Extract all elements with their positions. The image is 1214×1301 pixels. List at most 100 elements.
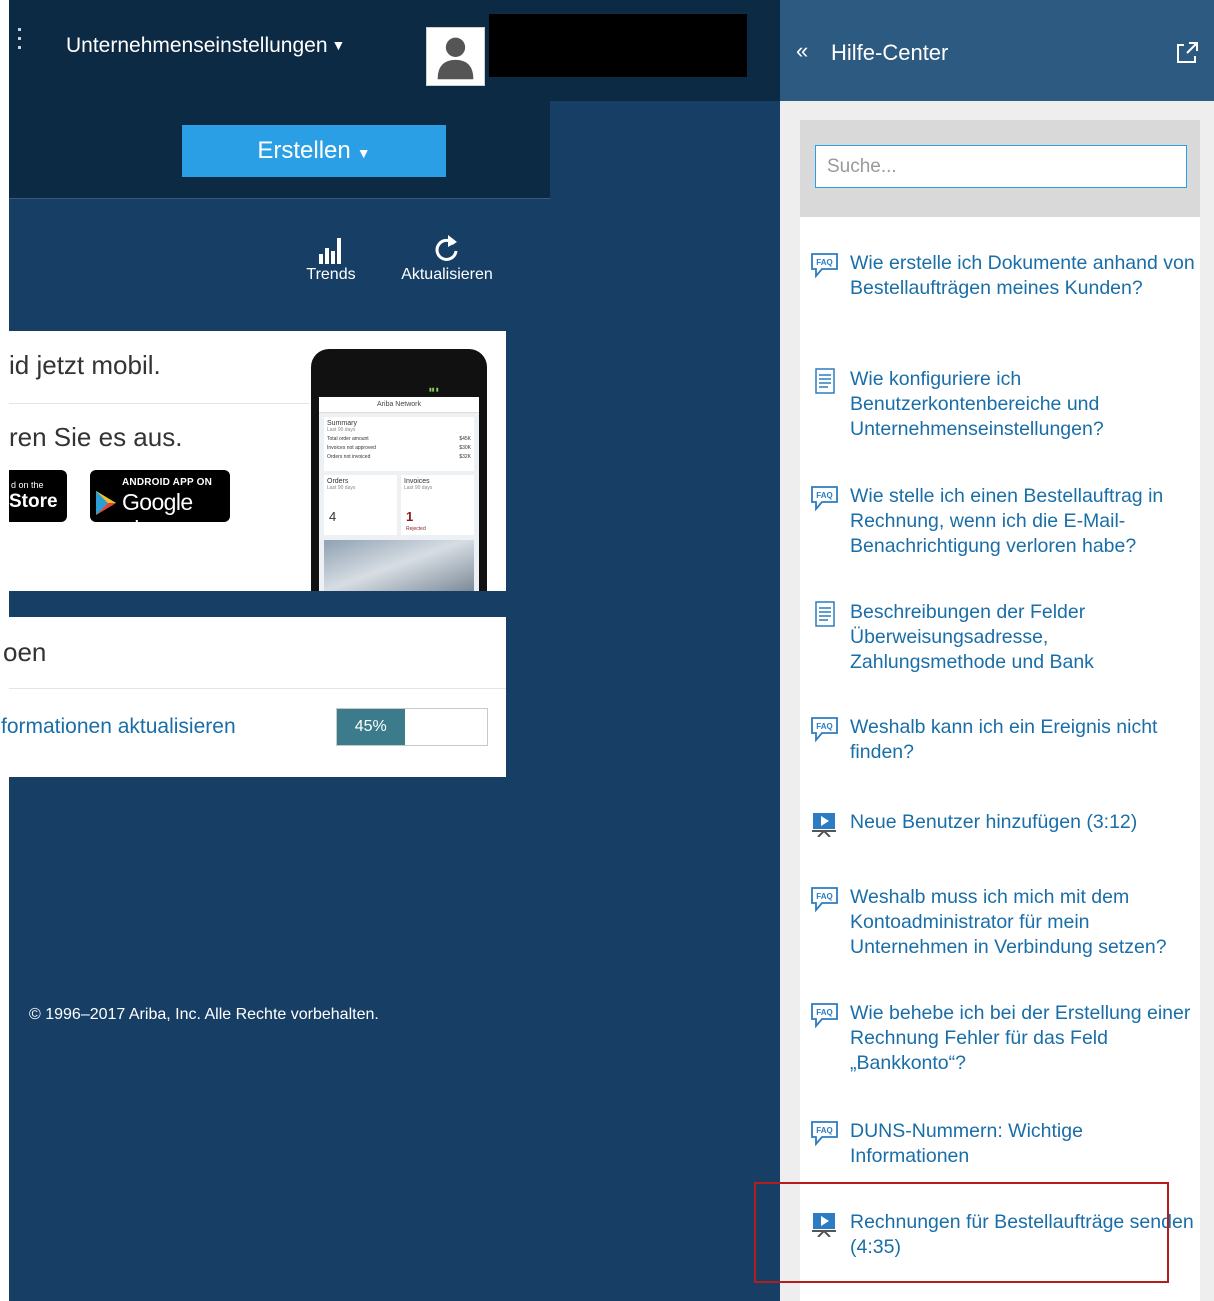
help-article-title: Wie stelle ich einen Bestellauftrag in R… [850, 485, 1164, 557]
svg-text:FAQ: FAQ [816, 892, 832, 901]
faq-icon: FAQ [811, 887, 838, 912]
divider [9, 403, 309, 404]
faq-icon: FAQ [811, 486, 838, 511]
faq-icon: FAQ [811, 253, 838, 278]
progress-fill: 45% [337, 709, 405, 745]
help-article-item[interactable]: FAQ Weshalb muss ich mich mit dem Kontoad… [810, 885, 1195, 960]
popout-icon[interactable] [1174, 40, 1200, 66]
help-article-title: Weshalb muss ich mich mit dem Kontoadmin… [850, 886, 1167, 958]
mobile-card-subtitle: ren Sie es aus. [9, 422, 183, 452]
google-play-badge-small: ANDROID APP ON [122, 477, 213, 488]
create-button-label: Erstellen [257, 137, 351, 164]
phone-mockup: ▮▮ ▮ Ariba Network Summary Last 90 days … [311, 349, 487, 591]
company-settings-menu[interactable]: Unternehmenseinstellungen ▼ [66, 34, 345, 58]
phone-summary-title: Summary [327, 420, 357, 427]
app-main-area: Unternehmenseinstellungen ▼ Erstellen ▼ Tr… [0, 0, 780, 1301]
play-triangle-icon [96, 491, 116, 515]
help-article-title: Wie behebe ich bei der Erstellung einer … [850, 1002, 1191, 1074]
phone-summary: Summary Last 90 days Total order amount $… [324, 417, 474, 471]
phone-orders-tile: Orders Last 90 days 4 [324, 475, 397, 535]
help-article-item[interactable]: Beschreibungen der Felder Überweisungsad… [810, 600, 1195, 675]
faq-icon: FAQ [811, 1003, 838, 1028]
phone-invoices-status: Rejected [406, 526, 426, 532]
google-play-badge-big: Google play [122, 489, 193, 542]
user-avatar-icon [427, 28, 484, 85]
document-icon [815, 601, 835, 627]
help-article-title: Wie konfiguriere ich Benutzerkontenberei… [850, 368, 1104, 440]
avatar[interactable] [426, 27, 485, 86]
document-icon [815, 368, 835, 394]
help-article-item[interactable]: FAQ Weshalb kann ich ein Ereignis nicht f… [810, 715, 1195, 765]
phone-photo [324, 540, 474, 591]
phone-orders-count: 4 [329, 509, 337, 524]
app-store-badge-big: Store [9, 491, 58, 512]
tasks-card-title: oen [3, 637, 47, 667]
help-article-item[interactable]: FAQ DUNS-Nummern: Wichtige Informationen [810, 1119, 1195, 1169]
phone-invoices-sub: Last 90 days [404, 485, 433, 491]
tasks-card: oen formationen aktualisieren 45% [1, 617, 506, 777]
google-play-badge[interactable]: ANDROID APP ON Google play [90, 470, 230, 542]
app-store-badge-small: d on the [11, 480, 44, 490]
phone-orders-title: Orders [327, 478, 349, 485]
help-article-title: Neue Benutzer hinzufügen (3:12) [850, 811, 1138, 833]
phone-orders-sub: Last 90 days [327, 485, 356, 491]
phone-summary-row: Total order amount $45K [327, 436, 471, 442]
help-search-input[interactable] [815, 145, 1187, 188]
help-center-panel: « Hilfe-Center FAQ Wie erstelle ich Dokum… [780, 0, 1214, 1301]
caret-down-icon: ▼ [331, 37, 346, 53]
update-profile-link[interactable]: formationen aktualisieren [1, 715, 236, 739]
phone-invoices-title: Invoices [404, 478, 430, 485]
bar-chart-icon [319, 238, 341, 264]
svg-text:FAQ: FAQ [816, 491, 832, 500]
mobile-app-card: id jetzt mobil. ren Sie es aus. d on the… [9, 331, 506, 591]
phone-status-bar: ▮▮ ▮ [429, 387, 439, 393]
phone-summary-sub: Last 90 days [327, 427, 356, 433]
phone-screen: Ariba Network Summary Last 90 days Total… [319, 397, 479, 591]
phone-summary-row: Invoices not approved $30K [327, 445, 471, 451]
svg-text:FAQ: FAQ [816, 1008, 832, 1017]
create-button[interactable]: Erstellen ▼ [182, 125, 446, 177]
help-article-list: FAQ Wie erstelle ich Dokumente anhand von… [800, 217, 1200, 1301]
profile-progress-bar: 45% [336, 708, 488, 746]
caret-down-icon: ▼ [356, 145, 371, 161]
help-article-item[interactable]: FAQ Wie erstelle ich Dokumente anhand von… [810, 251, 1195, 301]
collapse-chevron-icon[interactable]: « [796, 38, 808, 64]
company-settings-label: Unternehmenseinstellungen [66, 34, 328, 57]
help-title: Hilfe-Center [831, 40, 949, 65]
video-icon [812, 813, 836, 837]
help-article-item[interactable]: Rechnungen für Bestellaufträge senden (4… [810, 1210, 1195, 1260]
app-store-badge[interactable]: d on the Store [9, 470, 67, 522]
trends-label: Trends [306, 266, 356, 283]
svg-text:FAQ: FAQ [816, 1126, 832, 1135]
help-article-item[interactable]: Neue Benutzer hinzufügen (3:12) [810, 810, 1195, 837]
help-article-title: Wie erstelle ich Dokumente anhand von Be… [850, 252, 1195, 299]
help-article-item[interactable]: Wie konfiguriere ich Benutzerkontenberei… [810, 367, 1195, 442]
help-article-title: Weshalb kann ich ein Ereignis nicht find… [850, 716, 1158, 763]
phone-summary-row: Orders not invoiced $32K [327, 454, 471, 460]
redacted-user-name [489, 14, 747, 77]
faq-icon: FAQ [811, 717, 838, 742]
refresh-button[interactable]: Aktualisieren [393, 232, 501, 284]
help-article-title: DUNS-Nummern: Wichtige Informationen [850, 1120, 1083, 1167]
trends-button[interactable]: Trends [300, 232, 362, 284]
divider [9, 688, 506, 689]
phone-app-title: Ariba Network [319, 397, 479, 413]
help-article-item[interactable]: FAQ Wie behebe ich bei der Erstellung ein… [810, 1001, 1195, 1076]
help-article-item[interactable]: FAQ Wie stelle ich einen Bestellauftrag i… [810, 484, 1195, 559]
video-icon [812, 1213, 836, 1237]
svg-text:FAQ: FAQ [816, 722, 832, 731]
help-article-title: Rechnungen für Bestellaufträge senden (4… [850, 1211, 1194, 1258]
mobile-card-title: id jetzt mobil. [9, 350, 161, 380]
phone-invoices-tile: Invoices Last 90 days 1 Rejected [401, 475, 474, 535]
help-header: « Hilfe-Center [780, 0, 1214, 101]
help-search-area [800, 120, 1200, 217]
phone-invoices-count: 1 [406, 509, 414, 524]
refresh-label: Aktualisieren [401, 266, 493, 283]
svg-text:FAQ: FAQ [816, 258, 832, 267]
menu-dots-icon[interactable] [18, 28, 22, 54]
phone-tiles: Orders Last 90 days 4 Invoices Last 90 d… [324, 475, 474, 535]
copyright-text: © 1996–2017 Ariba, Inc. Alle Rechte vorb… [29, 1006, 379, 1023]
progress-text: 45% [354, 718, 387, 735]
help-article-title: Beschreibungen der Felder Überweisungsad… [850, 601, 1094, 673]
refresh-icon [435, 235, 458, 261]
